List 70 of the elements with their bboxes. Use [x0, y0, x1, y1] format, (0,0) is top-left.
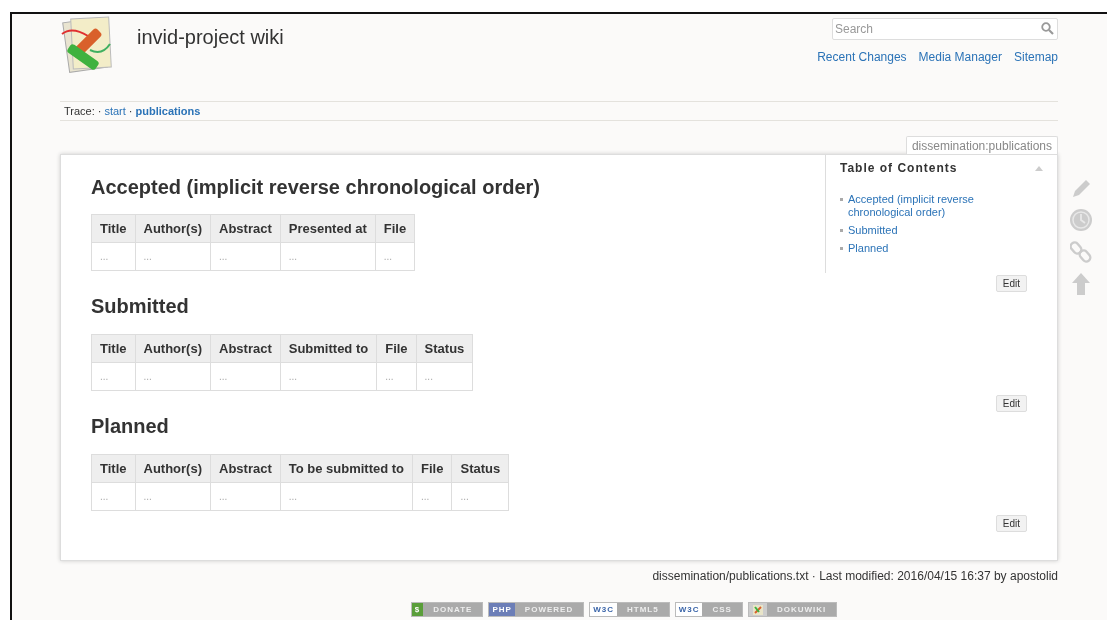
table-cell: ...	[210, 362, 281, 391]
column-header: File	[375, 214, 415, 243]
bullet-icon	[840, 198, 843, 201]
table-cell: ...	[91, 242, 135, 271]
badge-button[interactable]: $ DONATE	[410, 602, 484, 617]
last-modified-text: dissemination/publications.txt · Last modified: 2016/04/15 16:37 by apostolid	[652, 569, 1058, 583]
toc-link[interactable]: Submitted	[848, 224, 898, 237]
bullet-icon	[840, 247, 843, 250]
pencil-icon[interactable]	[1070, 178, 1092, 200]
table-cell: ...	[280, 242, 376, 271]
table-cell: ...	[416, 362, 473, 391]
column-header: Author(s)	[135, 454, 211, 483]
table-cell: ...	[280, 362, 377, 391]
separator-text: ·	[97, 105, 102, 117]
trace-label: Trace:	[64, 105, 95, 117]
column-header: Submitted to	[280, 334, 377, 363]
table-cell: ...	[451, 482, 509, 511]
nav-link[interactable]: Recent Changes	[817, 50, 907, 64]
site-title[interactable]: invid-project wiki	[137, 26, 284, 49]
column-header: Abstract	[210, 454, 281, 483]
column-header: To be submitted to	[280, 454, 413, 483]
table-cell: ...	[135, 242, 211, 271]
table-cell: ...	[412, 482, 452, 511]
table-cell: ...	[91, 482, 135, 511]
edit-button[interactable]: Edit	[995, 395, 1027, 412]
breadcrumb-link[interactable]: publications	[135, 105, 201, 117]
column-header: Presented at	[280, 214, 376, 243]
column-header: Status	[416, 334, 473, 363]
column-header: File	[412, 454, 452, 483]
table-cell: ...	[210, 242, 281, 271]
breadcrumb-link[interactable]: start	[104, 105, 126, 117]
bullet-icon	[840, 229, 843, 232]
page-id: dissemination:publications	[905, 136, 1058, 154]
badge-button[interactable]: W3C HTML5	[589, 602, 670, 617]
table-cell: ...	[280, 482, 413, 511]
nav-link[interactable]: Sitemap	[1013, 50, 1058, 64]
section-heading: Submitted	[91, 295, 190, 318]
column-header: Title	[91, 214, 135, 243]
table-cell: ...	[210, 482, 281, 511]
column-header: Abstract	[210, 334, 281, 363]
badge-button[interactable]: W3C CSS	[674, 602, 743, 617]
toc-link[interactable]: Planned	[848, 242, 889, 255]
table-cell: ...	[135, 482, 211, 511]
toc-link[interactable]: Accepted (implicit reverse chronological order)	[848, 193, 1017, 219]
dokuwiki-icon	[751, 603, 764, 616]
nav-link[interactable]: Media Manager	[918, 50, 1002, 64]
column-header: Status	[451, 454, 509, 483]
table-cell: ...	[375, 242, 415, 271]
link-icon[interactable]	[1070, 240, 1092, 264]
column-header: Abstract	[210, 214, 281, 243]
table-cell: ...	[91, 362, 135, 391]
clock-icon[interactable]	[1069, 208, 1093, 232]
edit-button[interactable]: Edit	[995, 275, 1027, 292]
search-icon[interactable]	[1041, 22, 1054, 35]
badge-button[interactable]: PHP POWERED	[488, 602, 585, 617]
separator-text: ·	[128, 105, 133, 117]
section-heading: Accepted (implicit reverse chronological order)	[91, 176, 541, 199]
column-header: Author(s)	[135, 334, 211, 363]
arrow-up-icon[interactable]	[1071, 272, 1091, 296]
toc-title: Table of Contents	[840, 161, 958, 175]
column-header: Title	[91, 334, 135, 363]
edit-button[interactable]: Edit	[995, 515, 1027, 532]
search-field[interactable]: Search	[832, 18, 1058, 40]
column-header: File	[376, 334, 417, 363]
table-cell: ...	[376, 362, 417, 391]
section-heading: Planned	[91, 415, 170, 438]
table-cell: ...	[135, 362, 211, 391]
column-header: Title	[91, 454, 135, 483]
column-header: Author(s)	[135, 214, 211, 243]
collapse-icon[interactable]	[1035, 165, 1043, 171]
